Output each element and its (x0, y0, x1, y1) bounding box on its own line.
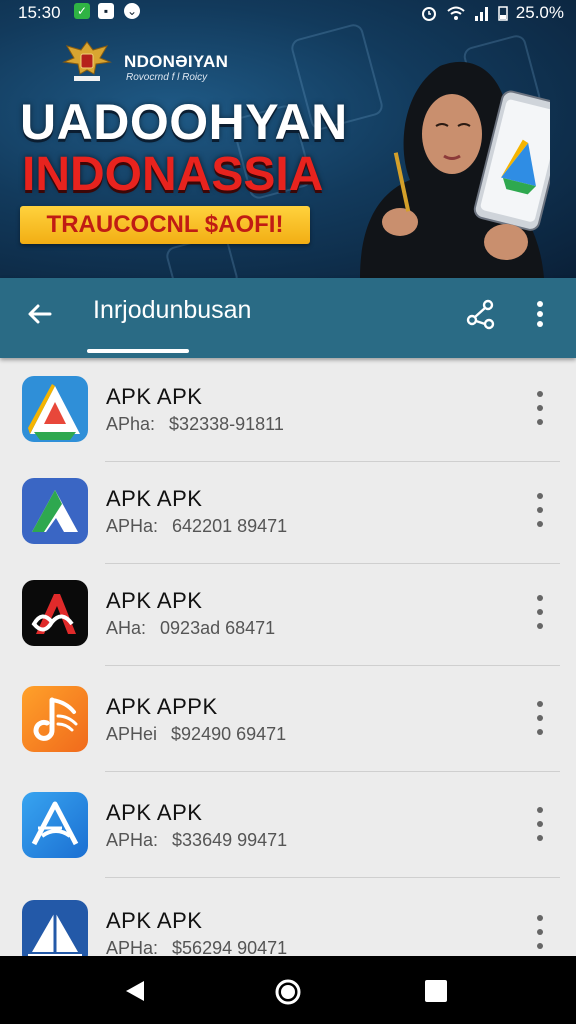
app-name: APK APK (106, 486, 203, 511)
app-name: APK APK (106, 800, 203, 825)
brand-subtitle: Rovocrnd f l Roicy (126, 72, 208, 83)
overflow-menu-icon[interactable] (530, 299, 550, 329)
item-more-icon[interactable] (528, 698, 552, 738)
status-time: 15:30 (18, 3, 61, 22)
list-item[interactable]: APK APK APha: $32338-91811 (0, 358, 576, 462)
divider (105, 877, 560, 878)
battery-level: 25.0% (515, 3, 564, 22)
person-holding-phone-image (360, 61, 550, 278)
chevron-notification-icon: ⌄ (124, 3, 140, 19)
list-item[interactable]: APK APK APHa: 642201 89471 (0, 460, 576, 564)
mail-notification-icon: ▪ (98, 3, 114, 19)
list-item[interactable]: APK APPK APHei $92490 69471 (0, 668, 576, 772)
banner-headline-1: UADOOHYAN (20, 94, 348, 150)
item-more-icon[interactable] (528, 388, 552, 428)
meta-key: APHei (106, 724, 158, 744)
meta-key: AHa: (106, 618, 147, 638)
meta-value: 0923ad 68471 (160, 618, 276, 638)
check-notification-icon: ✓ (74, 3, 90, 19)
wifi-icon (447, 6, 465, 20)
blue-a-icon (22, 792, 88, 858)
app-meta: APHei $92490 69471 (106, 724, 286, 745)
nav-home-icon[interactable] (274, 978, 302, 1006)
list-item[interactable]: APK APK AHa: 0923ad 68471 (0, 562, 576, 666)
list-item[interactable]: APK APK APHa: $33649 99471 (0, 774, 576, 878)
meta-value: $92490 69471 (171, 724, 287, 744)
app-bar: Inrjodunbusan (0, 278, 576, 358)
share-icon[interactable] (464, 298, 498, 332)
alarm-icon (421, 7, 436, 21)
back-arrow-icon[interactable] (24, 298, 56, 330)
app-meta: APha: $32338-91811 (106, 414, 284, 435)
meta-value: $56294 90471 (172, 938, 288, 956)
system-nav-bar (0, 956, 576, 1024)
nav-recents-icon[interactable] (425, 980, 447, 1002)
orange-note-icon (22, 686, 88, 752)
page-title: Inrjodunbusan (93, 296, 252, 324)
battery-icon (498, 6, 508, 21)
meta-key: APHa: (106, 830, 159, 850)
item-more-icon[interactable] (528, 912, 552, 952)
garuda-emblem-icon (62, 41, 112, 81)
divider (105, 771, 560, 772)
app-meta: APHa: $56294 90471 (106, 938, 287, 956)
item-more-icon[interactable] (528, 490, 552, 530)
meta-key: APHa: (106, 938, 159, 956)
app-list: APK APK APha: $32338-91811 APK APK APHa: 6… (0, 358, 576, 956)
banner-headline-2: INDONASSIA (22, 148, 324, 201)
app-name: APK APK (106, 588, 203, 613)
promo-label[interactable]: TRAUCOCNL $AOFI! (20, 206, 310, 244)
brand-title: NDONƏIYAN (124, 52, 229, 71)
app-meta: AHa: 0923ad 68471 (106, 618, 275, 639)
meta-value: $33649 99471 (172, 830, 288, 850)
item-more-icon[interactable] (528, 804, 552, 844)
app-meta: APHa: 642201 89471 (106, 516, 287, 537)
sail-icon (22, 900, 88, 956)
red-a-icon (22, 580, 88, 646)
app-name: APK APPK (106, 694, 218, 719)
divider (105, 665, 560, 666)
meta-value: 642201 89471 (172, 516, 288, 536)
nav-back-icon[interactable] (122, 978, 148, 1004)
signal-icon (474, 7, 488, 21)
drive-like-icon (22, 376, 88, 442)
item-more-icon[interactable] (528, 592, 552, 632)
meta-key: APha: (106, 414, 156, 434)
meta-value: $32338-91811 (169, 414, 284, 434)
triangle-blue-icon (22, 478, 88, 544)
list-item[interactable]: APK APK APHa: $56294 90471 (0, 882, 576, 956)
app-meta: APHa: $33649 99471 (106, 830, 287, 851)
app-name: APK APK (106, 384, 203, 409)
meta-key: APHa: (106, 516, 159, 536)
status-right: 25.0% (420, 3, 564, 23)
app-name: APK APK (106, 908, 203, 933)
promo-banner[interactable]: NDONƏIYAN Rovocrnd f l Roicy UADOOHYAN I… (0, 0, 576, 278)
status-bar: 15:30 ✓ ▪ ⌄ 25.0% (0, 0, 576, 26)
tab-indicator (87, 349, 189, 353)
